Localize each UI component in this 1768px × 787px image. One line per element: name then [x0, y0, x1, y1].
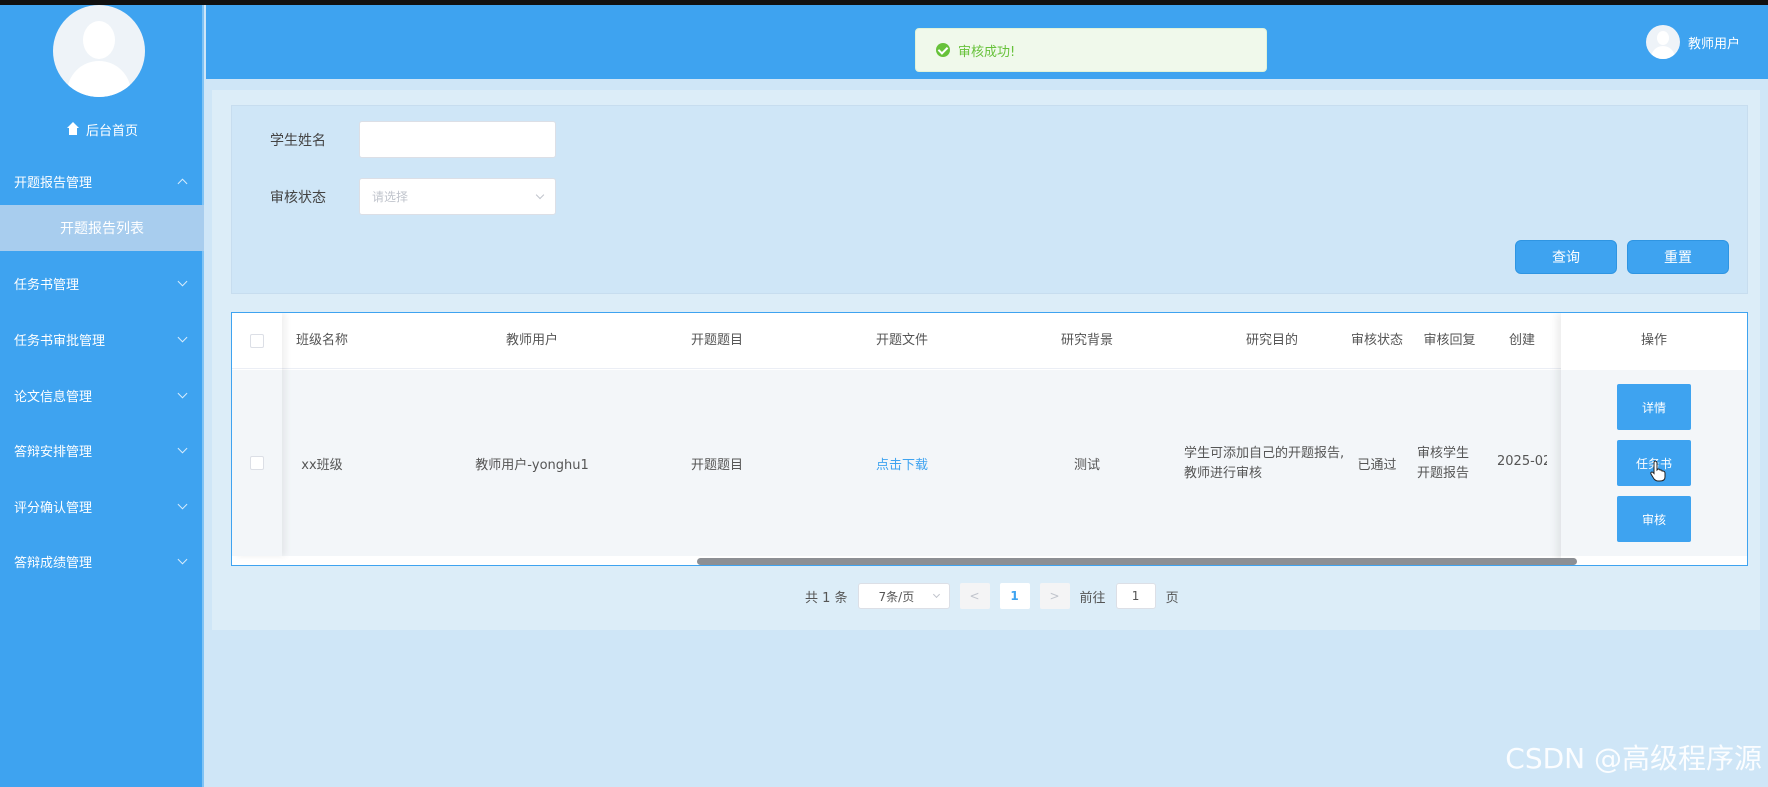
user-name: 教师用户 — [1687, 36, 1740, 52]
cell-reply-line: 开题报告 — [1417, 466, 1470, 481]
status-select-placeholder: 请选择 — [372, 190, 409, 204]
sidebar-item-task-approval[interactable]: 任务书审批管理 — [0, 315, 204, 363]
pagination: 共 1 条 7条/页 < 1 > 前往 1 页 — [805, 583, 1179, 609]
chevron-down-icon — [177, 443, 188, 453]
status-select[interactable]: 请选择 — [359, 178, 556, 215]
success-toast: 审核成功! — [915, 28, 1267, 72]
chevron-down-icon — [535, 190, 545, 199]
check-circle-icon — [936, 43, 950, 57]
chevron-down-icon — [932, 590, 940, 598]
th-created: 创建 — [1508, 333, 1535, 348]
page-size-select[interactable]: 7条/页 — [857, 583, 950, 609]
table-row: xx班级 教师用户-yonghu1 开题题目 点击下载 测试 学生可添加自己的开… — [232, 370, 1747, 556]
sidebar-item-thesis-info[interactable]: 论文信息管理 — [0, 371, 204, 419]
chevron-down-icon — [177, 332, 188, 342]
review-button[interactable]: 审核 — [1617, 496, 1691, 542]
query-button[interactable]: 查询 — [1515, 240, 1617, 274]
sidebar-item-label: 开题报告管理 — [14, 175, 93, 191]
sidebar-item-proposal-report[interactable]: 开题报告管理 — [0, 157, 204, 205]
th-file: 开题文件 — [875, 333, 928, 348]
cell-status: 已通过 — [1357, 458, 1397, 473]
sidebar-home-label: 后台首页 — [85, 123, 138, 139]
goto-page-input[interactable]: 1 — [1115, 583, 1156, 609]
sidebar-item-task-book[interactable]: 任务书管理 — [0, 259, 204, 307]
cell-topic: 开题题目 — [690, 458, 743, 473]
chevron-down-icon — [177, 499, 188, 509]
cell-class-name: xx班级 — [301, 458, 343, 473]
user-menu[interactable]: 教师用户 — [1645, 25, 1740, 59]
sidebar-item-label: 答辩成绩管理 — [14, 555, 93, 571]
page-number-current[interactable]: 1 — [999, 583, 1030, 609]
pagination-total: 共 1 条 — [805, 590, 848, 606]
reset-button[interactable]: 重置 — [1627, 240, 1729, 274]
th-operations: 操作 — [1640, 333, 1667, 348]
sidebar-item-label: 论文信息管理 — [14, 389, 93, 405]
avatar — [1645, 25, 1680, 59]
sidebar-item-score-confirm[interactable]: 评分确认管理 — [0, 482, 204, 530]
cell-reply-line: 审核学生 — [1417, 446, 1470, 461]
chevron-down-icon — [177, 276, 188, 286]
cell-created: 2025-02 — [1497, 454, 1547, 469]
page-size-value: 7条/页 — [878, 589, 915, 604]
top-header: 审核成功! 教师用户 — [206, 5, 1768, 79]
data-table: 班级名称 教师用户 开题题目 开题文件 研究背景 研究目的 审核状态 审核回复 … — [231, 312, 1748, 566]
sidebar-item-label: 答辩安排管理 — [14, 444, 93, 460]
sidebar-subitem-proposal-list[interactable]: 开题报告列表 — [0, 205, 204, 251]
sidebar-avatar — [53, 5, 145, 97]
chevron-up-icon — [177, 178, 188, 188]
chevron-down-icon — [177, 554, 188, 564]
cell-background: 测试 — [1073, 458, 1100, 473]
sidebar-item-label: 任务书管理 — [14, 277, 80, 293]
th-background: 研究背景 — [1060, 333, 1113, 348]
toast-message: 审核成功! — [958, 44, 1016, 60]
table-header: 班级名称 教师用户 开题题目 开题文件 研究背景 研究目的 审核状态 审核回复 … — [232, 313, 1747, 369]
status-label: 审核状态 — [270, 190, 326, 206]
operations-column: 操作 详情 任务书 审核 — [1561, 313, 1747, 565]
sidebar-item-defense-score[interactable]: 答辩成绩管理 — [0, 537, 204, 585]
th-class-name: 班级名称 — [295, 333, 348, 348]
goto-label: 前往 — [1079, 590, 1106, 606]
search-panel: 学生姓名 审核状态 请选择 查询 重置 — [231, 105, 1748, 294]
sidebar-item-label: 评分确认管理 — [14, 500, 93, 516]
detail-button[interactable]: 详情 — [1617, 384, 1691, 430]
th-status: 审核状态 — [1350, 333, 1403, 348]
sidebar-home-link[interactable]: 后台首页 — [0, 115, 204, 143]
cell-reply: 审核学生 开题报告 — [1417, 444, 1492, 484]
download-link[interactable]: 点击下载 — [827, 454, 977, 473]
page-unit-label: 页 — [1165, 590, 1179, 606]
prev-page-button[interactable]: < — [959, 583, 990, 609]
cell-teacher: 教师用户-yonghu1 — [475, 458, 589, 473]
horizontal-scrollbar[interactable] — [697, 558, 1577, 565]
fixed-left-shadow — [232, 313, 282, 556]
watermark: CSDN @高级程序源 — [1505, 742, 1762, 775]
sidebar-item-label: 任务书审批管理 — [14, 333, 106, 349]
sidebar-subitem-label: 开题报告列表 — [60, 221, 144, 237]
next-page-button[interactable]: > — [1039, 583, 1070, 609]
th-topic: 开题题目 — [690, 333, 743, 348]
th-reply: 审核回复 — [1423, 333, 1476, 348]
chevron-down-icon — [177, 388, 188, 398]
home-icon — [66, 122, 80, 136]
student-name-label: 学生姓名 — [270, 133, 326, 149]
student-name-input[interactable] — [359, 121, 556, 158]
hand-cursor-icon — [1650, 460, 1666, 482]
th-teacher: 教师用户 — [505, 333, 558, 348]
sidebar-item-defense-schedule[interactable]: 答辩安排管理 — [0, 426, 204, 474]
sidebar: 后台首页 开题报告管理 开题报告列表 任务书管理 任务书审批管理 论文信息管理 … — [0, 5, 204, 787]
